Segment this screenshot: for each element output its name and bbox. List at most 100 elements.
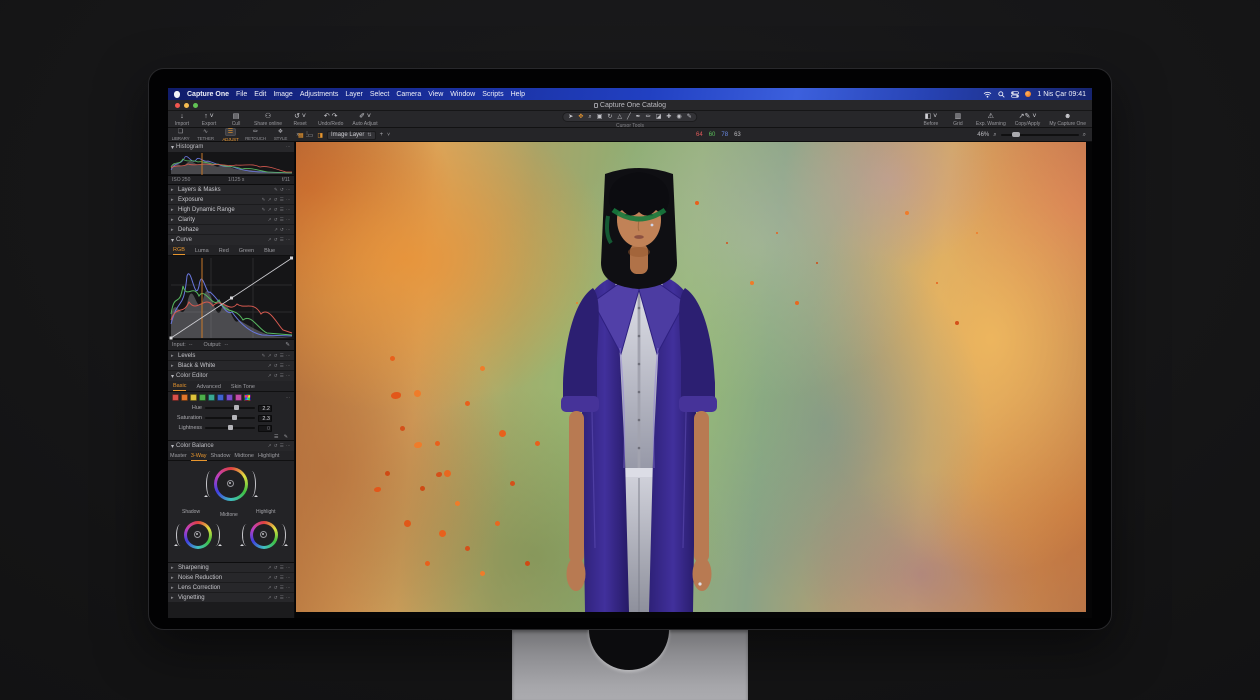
hue-slider[interactable] <box>205 407 255 409</box>
shape-tool-icon[interactable]: △ <box>617 114 622 120</box>
menu-layer[interactable]: Layer <box>345 91 363 98</box>
zoom-out-icon[interactable]: ⌕ <box>993 132 996 139</box>
share-online-button[interactable]: ⚇Share online <box>254 113 282 127</box>
swatch-more-icon[interactable]: ⋯ <box>286 395 291 401</box>
multi-view-icon[interactable]: ▦ <box>298 132 304 139</box>
cb-tab-master[interactable]: Master <box>170 451 187 460</box>
swatch-purple[interactable] <box>226 394 233 401</box>
zoom-slider-thumb[interactable] <box>1012 132 1020 137</box>
cull-button[interactable]: ▤Cull <box>227 113 245 127</box>
saturation-value[interactable]: 2.3 <box>258 415 272 422</box>
panel-clarity[interactable]: ▸Clarity↗ ↺ ☰ ⋯ <box>168 215 294 224</box>
swatch-aqua[interactable] <box>208 394 215 401</box>
panel-action-icons[interactable]: ↗ ↺ ☰ ⋯ <box>268 373 291 379</box>
lightness-slider[interactable] <box>205 427 255 429</box>
panel-action-icons[interactable]: ↗ ↺ ⋯ <box>274 227 291 233</box>
menu-edit[interactable]: Edit <box>254 91 266 98</box>
midtone-wheel[interactable] <box>214 467 248 501</box>
panel-action-icons[interactable]: ↗ ↺ ☰ ⋯ <box>268 565 291 571</box>
pen-tool-icon[interactable]: ✒ <box>636 114 641 120</box>
lightness-value[interactable]: 0 <box>258 425 272 432</box>
saturation-slider[interactable] <box>205 417 255 419</box>
curve-tab-luma[interactable]: Luma <box>195 246 209 255</box>
panel-high-dynamic-range[interactable]: ▸High Dynamic Range✎ ↗ ↺ ☰ ⋯ <box>168 205 294 214</box>
zoom-slider[interactable] <box>1001 134 1079 136</box>
panel-vignetting[interactable]: ▸Vignetting↗ ↺ ☰ ⋯ <box>168 593 294 602</box>
apple-menu-icon[interactable] <box>174 91 180 98</box>
eyedropper-tool-icon[interactable]: ✎ <box>687 114 692 120</box>
curve-tab-green[interactable]: Green <box>239 246 254 255</box>
menu-app[interactable]: Capture One <box>187 91 229 98</box>
panel-noise-reduction[interactable]: ▸Noise Reduction↗ ↺ ☰ ⋯ <box>168 573 294 582</box>
hue-slider-thumb[interactable] <box>234 405 239 410</box>
proof-view-icon[interactable]: ◨ <box>317 132 323 139</box>
cb-tab-shadow[interactable]: Shadow <box>211 451 231 460</box>
grid-button[interactable]: ▥Grid <box>949 113 967 127</box>
panel-color-editor-header[interactable]: ▾Color Editor ↗ ↺ ☰ ⋯ <box>168 371 294 381</box>
panel-action-icons[interactable]: ✎ ↗ ↺ ☰ ⋯ <box>262 197 291 203</box>
layer-select[interactable]: Image Layer ⇅ <box>327 131 376 140</box>
curve-tab-red[interactable]: Red <box>219 246 229 255</box>
tab-retouch[interactable]: ✏RETOUCH <box>244 128 267 142</box>
eraser-tool-icon[interactable]: ◪ <box>656 114 662 120</box>
crop-tool-icon[interactable]: ▣ <box>597 114 603 120</box>
panel-action-icons[interactable]: ↗ ↺ ☰ ⋯ <box>268 595 291 601</box>
menu-view[interactable]: View <box>428 91 443 98</box>
hue-value[interactable]: 2.2 <box>258 405 272 412</box>
swatch-green[interactable] <box>199 394 206 401</box>
ce-tab-basic[interactable]: Basic <box>173 381 186 391</box>
panel-action-icons[interactable]: ↗ ↺ ☰ ⋯ <box>268 237 291 243</box>
auto-adjust-button[interactable]: ✐ ˅Auto Adjust <box>352 113 377 127</box>
line-tool-icon[interactable]: ╱ <box>627 114 631 120</box>
menu-scripts[interactable]: Scripts <box>482 91 503 98</box>
swatch-red[interactable] <box>172 394 179 401</box>
lightness-slider-thumb[interactable] <box>228 425 233 430</box>
copy-apply-button[interactable]: ↗✎ ˅Copy/Apply <box>1015 113 1041 127</box>
cb-tab-highlight[interactable]: Highlight <box>258 451 279 460</box>
panel-dehaze[interactable]: ▸Dehaze↗ ↺ ⋯ <box>168 225 294 234</box>
exposure-warning-button[interactable]: ⚠Exp. Warning <box>976 113 1006 127</box>
panel-action-icons[interactable]: ✎ ↺ ⋯ <box>274 187 291 193</box>
panel-color-balance-header[interactable]: ▾Color Balance ↗ ↺ ☰ ⋯ <box>168 441 294 451</box>
ce-tab-advanced[interactable]: Advanced <box>196 382 220 391</box>
export-button[interactable]: ↑ ˅Export <box>200 113 218 127</box>
panel-lens-correction[interactable]: ▸Lens Correction↗ ↺ ☰ ⋯ <box>168 583 294 592</box>
capture-one-status-icon[interactable] <box>1025 91 1031 97</box>
marker-tool-icon[interactable]: ✏ <box>646 114 651 120</box>
shadow-wheel[interactable] <box>184 521 212 549</box>
panel-action-icons[interactable]: ✎ ↗ ↺ ☰ ⋯ <box>262 353 291 359</box>
my-capture-one-button[interactable]: ☻My Capture One <box>1049 113 1086 127</box>
tab-tether[interactable]: ∿TETHER <box>194 128 217 142</box>
panel-action-icons[interactable]: ↗ ↺ ☰ ⋯ <box>268 443 291 449</box>
curve-tab-blue[interactable]: Blue <box>264 246 275 255</box>
saturation-slider-thumb[interactable] <box>232 415 237 420</box>
curve-graph[interactable] <box>168 256 294 340</box>
select-tool-icon[interactable]: ➤ <box>568 114 573 120</box>
menu-camera[interactable]: Camera <box>396 91 421 98</box>
curve-picker-icon[interactable]: ✎ <box>285 342 290 348</box>
photo-canvas[interactable] <box>296 142 1086 612</box>
panel-more-icon[interactable]: ⋯ <box>286 144 291 150</box>
add-layer-button[interactable]: + <box>380 132 384 138</box>
tab-style[interactable]: ❖STYLE <box>269 128 292 142</box>
panel-action-icons[interactable]: ↗ ↺ ☰ ⋯ <box>268 363 291 369</box>
color-editor-footer-icons[interactable]: ☰ ✎ <box>274 434 290 440</box>
hand-tool-icon[interactable]: ✥ <box>578 114 583 120</box>
panel-sharpening[interactable]: ▸Sharpening↗ ↺ ☰ ⋯ <box>168 563 294 572</box>
single-view-icon[interactable]: ▭ <box>308 132 314 139</box>
cb-tab-midtone[interactable]: Midtone <box>234 451 254 460</box>
control-center-icon[interactable] <box>1011 91 1019 98</box>
zoom-in-icon[interactable]: ⌕ <box>1083 132 1086 139</box>
ce-tab-skintone[interactable]: Skin Tone <box>231 382 255 391</box>
add-layer-caret-icon[interactable]: ˅ <box>387 132 390 138</box>
highlight-wheel[interactable] <box>250 521 278 549</box>
panel-action-icons[interactable]: ↗ ↺ ☰ ⋯ <box>268 575 291 581</box>
clone-tool-icon[interactable]: ◉ <box>676 114 681 120</box>
tab-library[interactable]: ❏LIBRARY <box>169 128 192 142</box>
menu-select[interactable]: Select <box>370 91 389 98</box>
panel-exposure[interactable]: ▸Exposure✎ ↗ ↺ ☰ ⋯ <box>168 195 294 204</box>
swatch-orange[interactable] <box>181 394 188 401</box>
loupe-tool-icon[interactable]: ⌕ <box>588 114 591 120</box>
menu-clock[interactable]: 1 Nis Çar 09:41 <box>1037 91 1086 98</box>
menu-help[interactable]: Help <box>511 91 525 98</box>
